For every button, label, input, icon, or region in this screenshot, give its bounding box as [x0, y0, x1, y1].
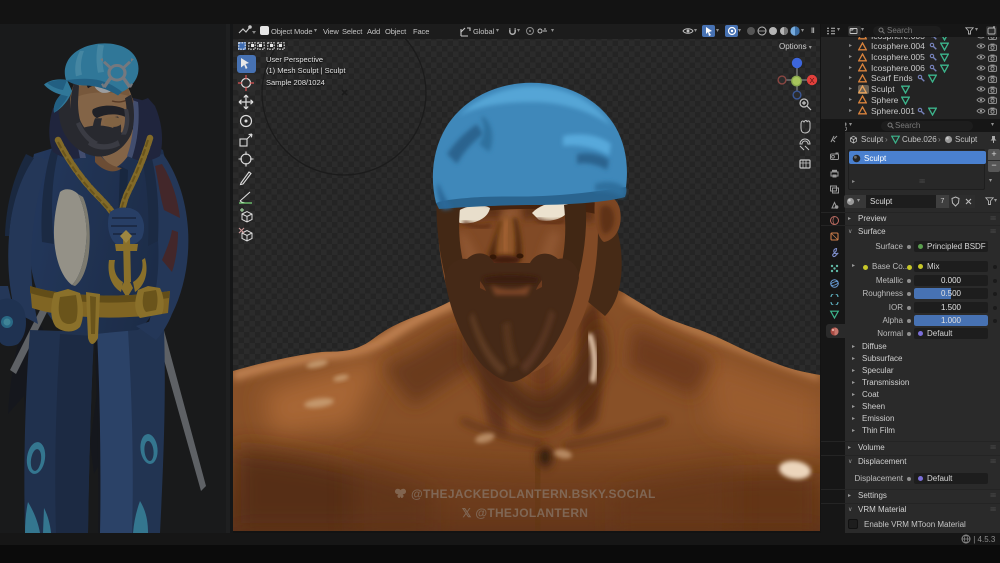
svg-text:X: X: [809, 76, 814, 85]
